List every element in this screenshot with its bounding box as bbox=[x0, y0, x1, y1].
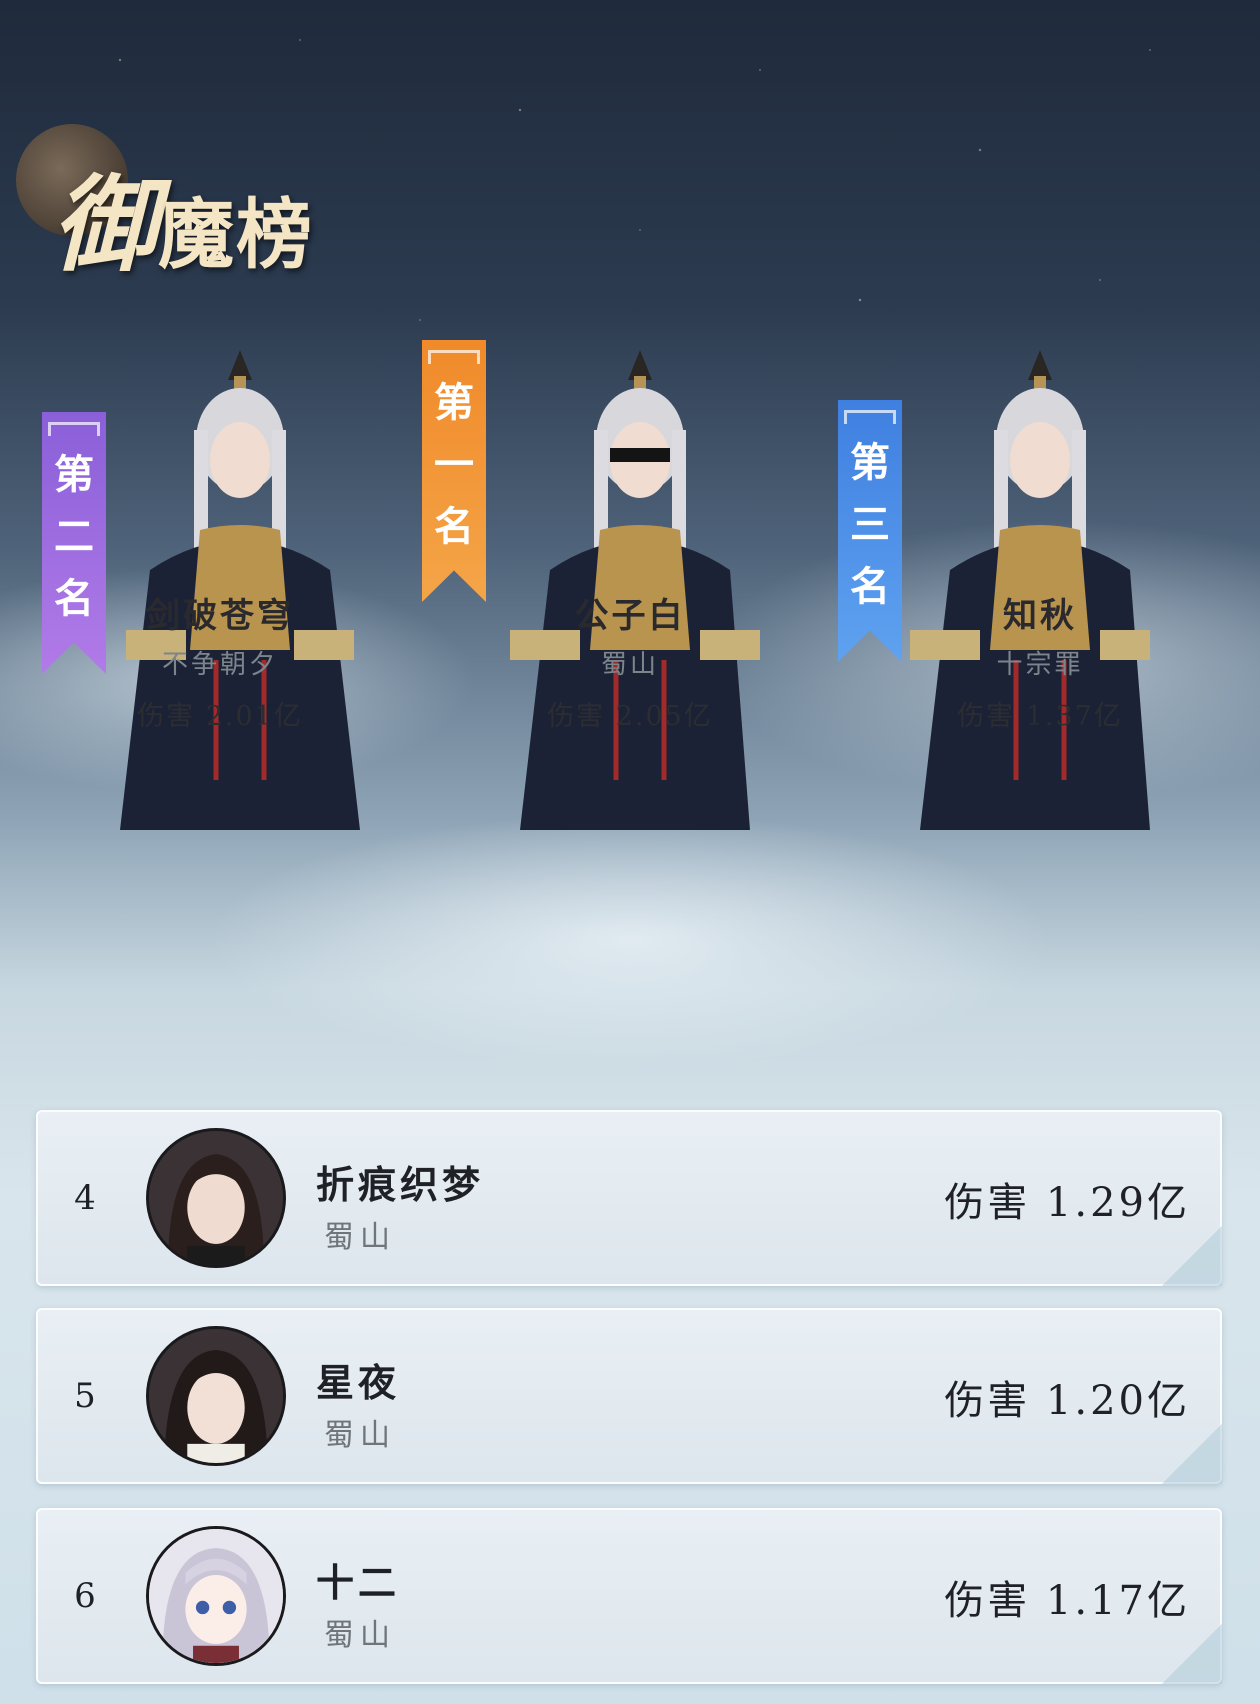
player-name: 星夜 bbox=[316, 1360, 401, 1405]
character-figure bbox=[860, 330, 1160, 830]
player-name: 十二 bbox=[316, 1560, 401, 1605]
podium-first-guild: 蜀山 bbox=[600, 650, 659, 680]
podium-second-name: 剑破苍穹 bbox=[146, 596, 294, 636]
rank-number: 6 bbox=[74, 1576, 96, 1616]
avatar bbox=[146, 1128, 286, 1268]
podium-third-guild: 十宗罪 bbox=[996, 650, 1084, 680]
player-name: 折痕织梦 bbox=[316, 1162, 485, 1207]
leaderboard-title: 御魔榜 bbox=[16, 120, 346, 286]
rank-banner-first: 第 一 名 bbox=[422, 340, 486, 602]
avatar bbox=[146, 1326, 286, 1466]
character-figure bbox=[90, 330, 390, 830]
ranking-row[interactable]: 6 十二 蜀山 伤害 1.17亿 bbox=[36, 1508, 1222, 1684]
player-guild: 蜀山 bbox=[324, 1618, 396, 1653]
podium-first-damage: 伤害 2.05亿 bbox=[547, 701, 713, 732]
podium-third-name: 知秋 bbox=[1003, 596, 1077, 636]
ranking-row[interactable]: 5 星夜 蜀山 伤害 1.20亿 bbox=[36, 1308, 1222, 1484]
podium-second-damage: 伤害 2.01亿 bbox=[137, 701, 303, 732]
player-guild: 蜀山 bbox=[324, 1418, 396, 1453]
player-guild: 蜀山 bbox=[324, 1220, 396, 1255]
ranking-row[interactable]: 4 折痕织梦 蜀山 伤害 1.29亿 bbox=[36, 1110, 1222, 1286]
player-damage: 伤害 1.20亿 bbox=[944, 1378, 1190, 1424]
podium-second-guild: 不争朝夕 bbox=[161, 650, 278, 680]
avatar bbox=[146, 1526, 286, 1666]
player-damage: 伤害 1.29亿 bbox=[944, 1180, 1190, 1226]
player-damage: 伤害 1.17亿 bbox=[944, 1578, 1190, 1624]
rank-number: 4 bbox=[74, 1178, 96, 1218]
character-figure bbox=[460, 330, 760, 830]
podium-first-name: 公子白 bbox=[574, 596, 686, 636]
title-rest: 魔榜 bbox=[158, 190, 315, 279]
podium-third-damage: 伤害 1.37亿 bbox=[957, 701, 1123, 732]
rank-number: 5 bbox=[74, 1376, 96, 1416]
title-first-char: 御 bbox=[52, 163, 159, 286]
